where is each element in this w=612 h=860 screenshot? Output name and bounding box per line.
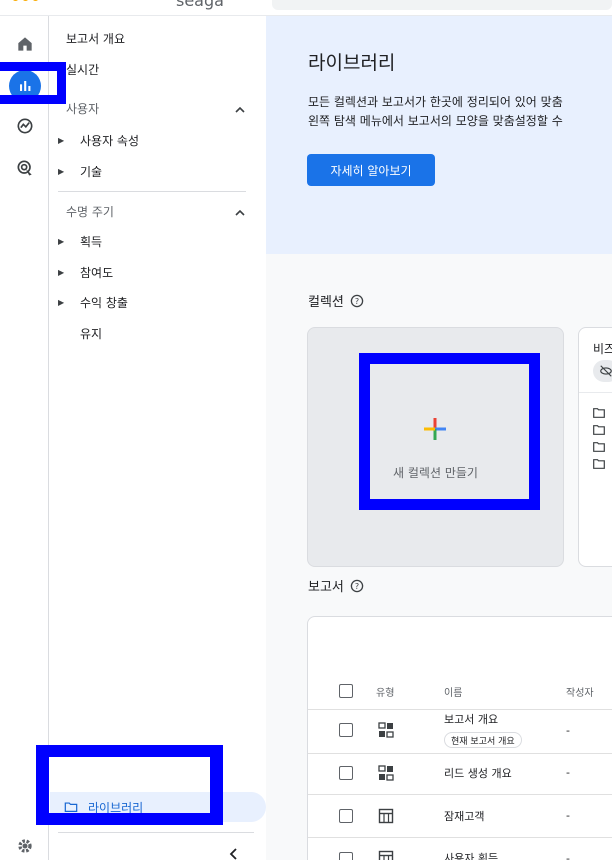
current-report-chip: 현재 보고서 개요 bbox=[444, 732, 522, 748]
folder-icon bbox=[593, 408, 605, 418]
help-icon[interactable]: ? bbox=[350, 579, 364, 593]
collections-heading: 컬렉션 ? bbox=[308, 291, 364, 310]
row-checkbox[interactable] bbox=[339, 809, 353, 823]
chevron-up-icon[interactable] bbox=[233, 206, 247, 220]
advertising-icon[interactable] bbox=[9, 152, 41, 184]
library-hero: 라이브러리 모든 컬렉션과 보고서가 한곳에 정리되어 있어 맞춤 왼쪽 탐색 … bbox=[266, 16, 612, 254]
table-divider bbox=[308, 753, 612, 754]
row-checkbox[interactable] bbox=[339, 852, 353, 860]
select-all-checkbox[interactable] bbox=[339, 684, 353, 698]
table-divider bbox=[308, 794, 612, 795]
expand-triangle-icon: ▶ bbox=[58, 237, 65, 246]
report-name[interactable]: 사용자 획득 bbox=[444, 850, 498, 860]
nav-section-user[interactable]: 사용자 bbox=[66, 100, 99, 117]
hero-description-line: 왼쪽 탐색 메뉴에서 보고서의 모양을 맞춤설정할 수 bbox=[308, 114, 563, 128]
nav-item-engagement[interactable]: ▶ 참여도 bbox=[58, 264, 113, 281]
analytics-logo bbox=[12, 0, 39, 1]
folder-icon bbox=[593, 425, 605, 435]
page-title: 라이브러리 bbox=[308, 52, 396, 74]
nav-item-user-attributes[interactable]: ▶ 사용자 속성 bbox=[58, 132, 139, 149]
hero-description: 모든 컬렉션과 보고서가 한곳에 정리되어 있어 맞춤 왼쪽 탐색 메뉴에서 보… bbox=[308, 93, 563, 131]
settings-gear-icon[interactable] bbox=[9, 830, 41, 860]
annotation-highlight-reports bbox=[0, 62, 66, 104]
expand-triangle-icon: ▶ bbox=[58, 167, 65, 176]
column-header-creator[interactable]: 작성자 bbox=[566, 684, 594, 699]
home-icon[interactable] bbox=[9, 28, 41, 60]
chevron-left-icon[interactable] bbox=[226, 846, 242, 860]
expand-triangle-icon: ▶ bbox=[58, 136, 65, 145]
visibility-off-icon bbox=[593, 360, 612, 382]
nav-section-lifecycle[interactable]: 수명 주기 bbox=[66, 203, 114, 220]
nav-divider bbox=[58, 191, 246, 192]
nav-item-tech[interactable]: ▶ 기술 bbox=[58, 163, 102, 180]
collections-label: 컬렉션 bbox=[308, 295, 344, 310]
collection-card[interactable]: 비즈 bbox=[578, 327, 612, 567]
account-name[interactable]: seaga bbox=[176, 0, 224, 10]
card-divider bbox=[579, 392, 612, 393]
dashboard-icon bbox=[378, 722, 394, 738]
folder-icon bbox=[593, 442, 605, 452]
left-rail bbox=[0, 16, 49, 860]
reports-label: 보고서 bbox=[308, 580, 344, 595]
report-creator: - bbox=[566, 766, 570, 779]
nav-divider bbox=[58, 832, 254, 833]
reports-nav-panel: 보고서 개요 실시간 사용자 ▶ 사용자 속성 ▶ 기술 수명 주기 ▶ 획득 ▶ 참여… bbox=[50, 16, 266, 860]
report-name[interactable]: 잠재고객 bbox=[444, 808, 484, 824]
row-checkbox[interactable] bbox=[339, 766, 353, 780]
column-header-name[interactable]: 이름 bbox=[444, 684, 462, 699]
report-name[interactable]: 리드 생성 개요 bbox=[444, 765, 512, 781]
help-icon[interactable]: ? bbox=[350, 294, 364, 308]
collection-card-title: 비즈 bbox=[593, 342, 612, 356]
explore-icon[interactable] bbox=[9, 110, 41, 142]
report-creator: - bbox=[566, 724, 570, 737]
top-bar: seaga bbox=[0, 0, 612, 16]
hero-description-line: 모든 컬렉션과 보고서가 한곳에 정리되어 있어 맞춤 bbox=[308, 95, 563, 109]
expand-triangle-icon: ▶ bbox=[58, 298, 65, 307]
dashboard-icon bbox=[378, 765, 394, 781]
learn-more-button[interactable]: 자세히 알아보기 bbox=[307, 154, 435, 186]
nav-item-acquisition[interactable]: ▶ 획득 bbox=[58, 233, 102, 250]
nav-item-retention[interactable]: 유지 bbox=[80, 325, 102, 342]
svg-text:?: ? bbox=[355, 297, 359, 306]
nav-reports-overview[interactable]: 보고서 개요 bbox=[66, 30, 125, 47]
report-creator: - bbox=[566, 852, 570, 860]
report-creator: - bbox=[566, 809, 570, 822]
report-name[interactable]: 보고서 개요 bbox=[444, 711, 498, 727]
svg-text:?: ? bbox=[355, 582, 359, 591]
folder-icon bbox=[593, 459, 605, 469]
annotation-highlight-new-collection bbox=[359, 353, 540, 510]
table-divider bbox=[308, 709, 612, 710]
expand-triangle-icon: ▶ bbox=[58, 268, 65, 277]
table-icon bbox=[378, 850, 394, 860]
nav-item-monetization[interactable]: ▶ 수익 창출 bbox=[58, 294, 128, 311]
table-divider bbox=[308, 837, 612, 838]
row-checkbox[interactable] bbox=[339, 723, 353, 737]
nav-realtime[interactable]: 실시간 bbox=[66, 61, 99, 78]
chevron-up-icon[interactable] bbox=[233, 103, 247, 117]
search-bar[interactable] bbox=[272, 0, 612, 10]
column-header-type[interactable]: 유형 bbox=[376, 684, 394, 699]
annotation-highlight-library bbox=[36, 745, 223, 825]
table-icon bbox=[378, 808, 394, 824]
reports-heading: 보고서 ? bbox=[308, 576, 364, 595]
